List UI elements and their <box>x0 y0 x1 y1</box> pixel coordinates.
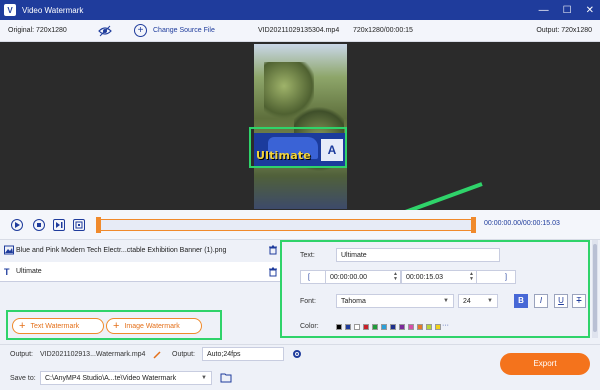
window-title: Video Watermark <box>22 5 84 15</box>
trim-end-handle[interactable] <box>471 217 476 233</box>
image-watermark-button[interactable]: + Image Watermark <box>106 318 202 334</box>
color-swatch[interactable] <box>435 324 441 330</box>
playback-time: 00:00:00.00/00:00:15.03 <box>484 220 560 227</box>
italic-button[interactable]: I <box>534 294 548 308</box>
time-range: [ 00:00:00.00 ▲ ▼ 00:00:15.03 ▲ ▼ ] <box>300 270 516 284</box>
video-preview <box>0 42 600 228</box>
eye-icon[interactable] <box>98 25 112 37</box>
trash-icon[interactable] <box>268 267 278 277</box>
color-swatch[interactable] <box>390 324 396 330</box>
export-button[interactable]: Export <box>500 353 590 375</box>
source-filename: VID20211029135304.mp4 <box>258 27 340 34</box>
output-resolution: Output: 720x1280 <box>536 27 592 34</box>
edit-icon[interactable] <box>153 351 161 359</box>
color-swatch[interactable] <box>399 324 405 330</box>
color-swatch[interactable] <box>372 324 378 330</box>
watermark-highlight-box <box>249 127 347 168</box>
trash-icon[interactable] <box>268 245 278 255</box>
info-bar: Original: 720x1280 + Change Source File … <box>0 20 600 42</box>
output-format-value: Auto;24fps <box>207 350 241 358</box>
start-time-value: 00:00:00.00 <box>330 273 367 281</box>
image-watermark-label: Image Watermark <box>124 322 180 330</box>
chevron-down-icon: ▼ <box>487 298 493 304</box>
bold-button[interactable]: B <box>514 294 528 308</box>
font-value: Tahoma <box>341 297 366 305</box>
plus-icon: + <box>19 320 26 332</box>
stop-icon[interactable] <box>33 219 45 231</box>
color-swatch[interactable] <box>363 324 369 330</box>
save-to-label: Save to: <box>10 375 36 382</box>
text-input-value: Ultimate <box>341 251 367 259</box>
color-swatch[interactable] <box>345 324 351 330</box>
more-colors-button[interactable]: ··· <box>442 322 449 329</box>
trim-start-handle[interactable] <box>96 217 101 233</box>
output-filename: VID2021102913...Watermark.mp4 <box>40 351 146 358</box>
app-logo-icon: V <box>4 4 16 16</box>
layer-label: Ultimate <box>16 268 42 275</box>
color-swatch[interactable] <box>336 324 342 330</box>
close-button[interactable]: ✕ <box>586 5 594 16</box>
font-label: Font: <box>300 298 316 305</box>
color-swatch[interactable] <box>354 324 360 330</box>
strikethrough-button[interactable]: T <box>572 294 586 308</box>
scrollbar-thumb[interactable] <box>593 244 597 332</box>
bracket-left: [ <box>308 273 310 281</box>
add-watermark-buttons: + Text Watermark + Image Watermark <box>6 310 222 340</box>
original-resolution: Original: 720x1280 <box>8 27 67 34</box>
playback-bar: 00:00:00.00/00:00:15.03 <box>0 210 600 240</box>
output-format-label: Output: <box>172 351 195 358</box>
chevron-down-icon: ▼ <box>443 298 449 304</box>
gear-icon[interactable] <box>292 349 302 359</box>
start-time-input[interactable]: 00:00:00.00 ▲ ▼ <box>325 270 401 284</box>
play-icon[interactable] <box>11 219 23 231</box>
folder-icon[interactable] <box>220 372 232 383</box>
end-time-value: 00:00:15.03 <box>406 273 443 281</box>
color-swatch[interactable] <box>381 324 387 330</box>
underline-button[interactable]: U <box>554 294 568 308</box>
text-icon: T <box>4 266 10 277</box>
bracket-right: ] <box>505 273 507 281</box>
maximize-button[interactable]: ☐ <box>563 5 572 16</box>
font-select[interactable]: Tahoma ▼ <box>336 294 454 308</box>
next-frame-icon[interactable] <box>53 219 65 231</box>
save-path-value: C:\AnyMP4 Studio\A...te\Video Watermark <box>45 374 177 382</box>
add-source-icon[interactable]: + <box>134 24 147 37</box>
change-source-button[interactable]: Change Source File <box>153 27 215 34</box>
text-watermark-button[interactable]: + Text Watermark <box>12 318 104 334</box>
minimize-button[interactable]: — <box>539 5 549 16</box>
end-time-input[interactable]: 00:00:15.03 ▲ ▼ <box>401 270 477 284</box>
spin-icon[interactable]: ▲ ▼ <box>469 272 474 282</box>
size-select[interactable]: 24 ▼ <box>458 294 498 308</box>
color-swatch[interactable] <box>426 324 432 330</box>
clip-icon[interactable] <box>73 219 85 231</box>
chevron-down-icon[interactable]: ▼ <box>201 375 207 381</box>
text-watermark-label: Text Watermark <box>30 322 80 330</box>
size-value: 24 <box>463 297 471 305</box>
plus-icon: + <box>113 320 120 332</box>
title-bar: V Video Watermark — ☐ ✕ <box>0 0 600 20</box>
timeline-track[interactable] <box>96 217 476 233</box>
save-path-field[interactable]: C:\AnyMP4 Studio\A...te\Video Watermark … <box>40 371 212 385</box>
image-icon <box>4 245 14 255</box>
text-editor-panel: Text: Ultimate [ 00:00:00.00 ▲ ▼ 00:00:15… <box>280 240 590 338</box>
layer-item-image[interactable]: Blue and Pink Modern Tech Electr...ctabl… <box>0 240 284 260</box>
text-input[interactable]: Ultimate <box>336 248 500 262</box>
source-meta: 720x1280/00:00:15 <box>353 27 413 34</box>
spin-icon[interactable]: ▲ ▼ <box>393 272 398 282</box>
color-swatch[interactable] <box>408 324 414 330</box>
output-label: Output: <box>10 351 33 358</box>
color-swatch[interactable] <box>417 324 423 330</box>
layer-label: Blue and Pink Modern Tech Electr...ctabl… <box>16 246 227 254</box>
output-format-field[interactable]: Auto;24fps <box>202 347 284 361</box>
scrollbar[interactable] <box>592 240 598 338</box>
text-label: Text: <box>300 252 315 259</box>
color-label: Color: <box>300 323 319 330</box>
bottom-bar: Output: VID2021102913...Watermark.mp4 Ou… <box>0 344 600 390</box>
layer-item-text[interactable]: T Ultimate <box>0 262 284 282</box>
